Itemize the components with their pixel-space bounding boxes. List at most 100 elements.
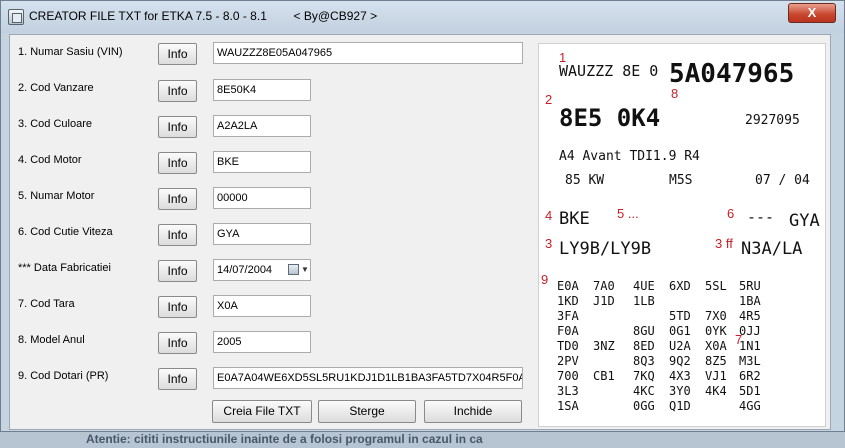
pr-code-cell: 8GU bbox=[633, 324, 655, 338]
close-window-button[interactable]: X bbox=[788, 3, 836, 23]
pr-code-cell: Q1D bbox=[669, 399, 691, 413]
label-gearbox: GYA bbox=[789, 211, 820, 231]
pr-code-cell: TD0 bbox=[557, 339, 579, 353]
vin-input[interactable]: WAUZZZ8E05A047965 bbox=[213, 42, 523, 64]
pr-code-cell: J1D bbox=[593, 294, 615, 308]
country-code-input[interactable]: X0A bbox=[213, 295, 311, 317]
label-date: 07 / 04 bbox=[755, 173, 810, 188]
calendar-icon[interactable] bbox=[288, 264, 299, 275]
pr-code-cell: 0JJ bbox=[739, 324, 761, 338]
pr-code-cell: 0YK bbox=[705, 324, 727, 338]
label-vin-suffix: 5A047965 bbox=[669, 59, 794, 89]
pr-code-cell: 2PV bbox=[557, 354, 579, 368]
pr-code-cell: M3L bbox=[739, 354, 761, 368]
pr-code-cell: 3L3 bbox=[557, 384, 579, 398]
marker-4: 4 bbox=[545, 208, 552, 223]
background-window-text: Atentie: cititi instructiunile inainte d… bbox=[86, 432, 483, 446]
pr-code-cell: 0G1 bbox=[669, 324, 691, 338]
label-number: 2927095 bbox=[745, 113, 800, 128]
engine-code-info-button[interactable]: Info bbox=[158, 152, 197, 174]
label-vin-prefix: WAUZZZ 8E 0 bbox=[559, 62, 658, 80]
vin-info-button[interactable]: Info bbox=[158, 43, 197, 65]
title-bar[interactable]: CREATOR FILE TXT for ETKA 7.5 - 8.0 - 8.… bbox=[1, 1, 844, 33]
engine-code-input[interactable]: BKE bbox=[213, 151, 311, 173]
color-code-info-button[interactable]: Info bbox=[158, 116, 197, 138]
gearbox-code-input[interactable]: GYA bbox=[213, 223, 311, 245]
pr-code-cell: 4KC bbox=[633, 384, 655, 398]
color-code-input[interactable]: A2A2LA bbox=[213, 115, 311, 137]
pr-code-cell: 3NZ bbox=[593, 339, 615, 353]
pr-code-cell: 0GG bbox=[633, 399, 655, 413]
marker-1: 1 bbox=[559, 50, 566, 65]
clear-button[interactable]: Sterge bbox=[318, 400, 416, 423]
pr-code-cell: 1SA bbox=[557, 399, 579, 413]
pr-code-cell: 1N1 bbox=[739, 339, 761, 353]
label-trans-code: M5S bbox=[669, 173, 692, 188]
label-paint: LY9B/LY9B bbox=[559, 239, 651, 259]
pr-code-cell: X0A bbox=[705, 339, 727, 353]
exit-button[interactable]: Inchide bbox=[424, 400, 522, 423]
main-window: CREATOR FILE TXT for ETKA 7.5 - 8.0 - 8.… bbox=[0, 0, 845, 432]
engine-number-input[interactable]: 00000 bbox=[213, 187, 311, 209]
country-code-label: 7. Cod Tara bbox=[18, 298, 75, 310]
engine-number-label: 5. Numar Motor bbox=[18, 190, 95, 202]
engine-code-label: 4. Cod Motor bbox=[18, 154, 82, 166]
pr-code-cell: 4GG bbox=[739, 399, 761, 413]
marker-3a: 3 bbox=[545, 236, 552, 251]
dropdown-arrow-icon[interactable]: ▼ bbox=[301, 265, 309, 275]
production-date-picker[interactable]: 14/07/2004 ▼ bbox=[213, 259, 311, 281]
pr-code-cell: F0A bbox=[557, 324, 579, 338]
gearbox-code-info-button[interactable]: Info bbox=[158, 224, 197, 246]
label-power: 85 KW bbox=[565, 173, 604, 188]
gearbox-code-label: 6. Cod Cutie Viteza bbox=[18, 226, 113, 238]
country-code-info-button[interactable]: Info bbox=[158, 296, 197, 318]
marker-2: 2 bbox=[545, 92, 552, 107]
pr-code-cell: 7KQ bbox=[633, 369, 655, 383]
pr-code-cell: 5TD bbox=[669, 309, 691, 323]
pr-code-cell: 1KD bbox=[557, 294, 579, 308]
marker-7: 7 bbox=[735, 332, 742, 347]
pr-code-cell: 4K4 bbox=[705, 384, 727, 398]
sales-code-info-button[interactable]: Info bbox=[158, 80, 197, 102]
create-txt-button[interactable]: Creia File TXT bbox=[212, 400, 312, 423]
pr-code-cell: 3Y0 bbox=[669, 384, 691, 398]
pr-code-cell: 5D1 bbox=[739, 384, 761, 398]
engine-number-info-button[interactable]: Info bbox=[158, 188, 197, 210]
marker-8: 8 bbox=[671, 86, 678, 101]
pr-code-cell: 6XD bbox=[669, 279, 691, 293]
pr-code-cell: 5RU bbox=[739, 279, 761, 293]
pr-code-cell: 8Q3 bbox=[633, 354, 655, 368]
pr-code-cell: 1BA bbox=[739, 294, 761, 308]
production-date-info-button[interactable]: Info bbox=[158, 260, 197, 282]
pr-code-cell: 6R2 bbox=[739, 369, 761, 383]
marker-9: 9 bbox=[541, 272, 548, 287]
pr-codes-label: 9. Cod Dotari (PR) bbox=[18, 370, 109, 382]
pr-code-cell: 5SL bbox=[705, 279, 727, 293]
pr-codes-input[interactable]: E0A7A04WE6XD5SL5RU1KDJ1D1LB1BA3FA5TD7X04… bbox=[213, 367, 523, 389]
color-code-label: 3. Cod Culoare bbox=[18, 118, 92, 130]
model-year-info-button[interactable]: Info bbox=[158, 332, 197, 354]
label-engine: BKE bbox=[559, 209, 590, 229]
sales-code-label: 2. Cod Vanzare bbox=[18, 82, 94, 94]
pr-code-cell: 7A0 bbox=[593, 279, 615, 293]
marker-5: 5 ... bbox=[617, 206, 639, 221]
app-window-icon bbox=[8, 9, 24, 25]
pr-code-cell: E0A bbox=[557, 279, 579, 293]
production-date-label: *** Data Fabricatiei bbox=[18, 262, 111, 274]
pr-code-cell: 700 bbox=[557, 369, 579, 383]
window-title: CREATOR FILE TXT for ETKA 7.5 - 8.0 - 8.… bbox=[29, 9, 378, 23]
label-gearbox-dashes: --- bbox=[747, 208, 774, 226]
pr-code-cell: U2A bbox=[669, 339, 691, 353]
pr-codes-info-button[interactable]: Info bbox=[158, 368, 197, 390]
pr-code-cell: 8Z5 bbox=[705, 354, 727, 368]
sales-code-input[interactable]: 8E50K4 bbox=[213, 79, 311, 101]
pr-code-cell: 9Q2 bbox=[669, 354, 691, 368]
vin-label: 1. Numar Sasiu (VIN) bbox=[18, 46, 123, 58]
marker-6: 6 bbox=[727, 206, 734, 221]
pr-code-cell: 1LB bbox=[633, 294, 655, 308]
pr-code-cell: 8ED bbox=[633, 339, 655, 353]
label-interior: N3A/LA bbox=[741, 239, 802, 259]
form-panel: 1. Numar Sasiu (VIN) Info WAUZZZ8E05A047… bbox=[9, 34, 831, 430]
model-year-input[interactable]: 2005 bbox=[213, 331, 311, 353]
model-year-label: 8. Model Anul bbox=[18, 334, 85, 346]
